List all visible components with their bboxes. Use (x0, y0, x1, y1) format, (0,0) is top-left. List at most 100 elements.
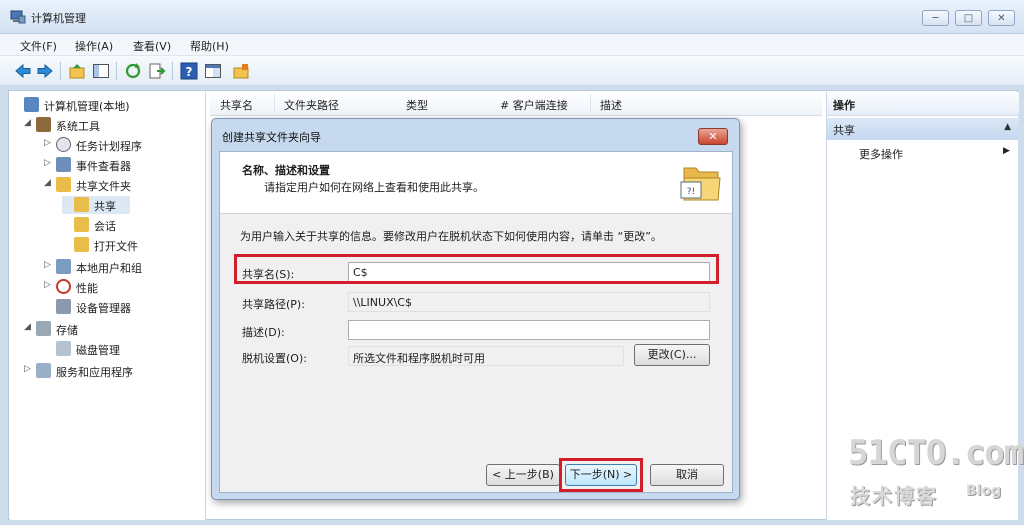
menu-file[interactable]: 文件(F) (20, 38, 57, 54)
tree-item-storage[interactable]: ◢ 存储 (24, 320, 200, 338)
watermark-blog: Blog (966, 483, 1002, 499)
menu-view[interactable]: 查看(V) (133, 38, 171, 54)
properties-icon[interactable] (204, 62, 222, 80)
actions-header-label: 操作 (833, 99, 855, 112)
tree-item-device-manager[interactable]: 设备管理器 (44, 298, 200, 316)
open-files-icon (74, 237, 89, 252)
title-bar: 计算机管理 ─ □ ✕ (0, 0, 1024, 34)
tree-item-label: 会话 (94, 220, 116, 233)
window-title: 计算机管理 (31, 12, 86, 25)
tree-item-disk-management[interactable]: 磁盘管理 (44, 340, 200, 358)
refresh-icon[interactable] (124, 62, 142, 80)
toolbar-separator (60, 62, 61, 80)
local-users-groups-icon (56, 259, 71, 274)
dialog-title: 创建共享文件夹向导 (222, 131, 321, 144)
offline-settings-value: 所选文件和程序脱机时可用 (353, 352, 485, 365)
tree-item-services-applications[interactable]: ▷ 服务和应用程序 (24, 362, 200, 380)
collapse-icon[interactable]: ▲ (1004, 122, 1011, 132)
svg-text:?!: ?! (687, 187, 695, 197)
actions-header: 操作 (827, 92, 1019, 116)
toolbar: ? (0, 56, 1024, 86)
column-share-name[interactable]: 共享名 (220, 97, 253, 113)
share-path-value: \\LINUX\C$ (353, 296, 412, 309)
maximize-button[interactable]: □ (955, 10, 982, 26)
forward-icon[interactable] (36, 62, 54, 80)
more-actions-item[interactable]: 更多操作 (859, 146, 903, 162)
device-manager-icon (56, 299, 71, 314)
tree-item-local-users-groups[interactable]: ▷ 本地用户和组 (44, 258, 200, 276)
share-path-label: 共享路径(P): (242, 298, 305, 311)
tree-item-event-viewer[interactable]: ▷ 事件查看器 (44, 156, 200, 174)
column-type[interactable]: 类型 (406, 97, 428, 113)
services-applications-icon (36, 363, 51, 378)
description-label: 描述(D): (242, 326, 285, 339)
wizard-header: 名称、描述和设置 请指定用户如何在网络上查看和使用此共享。 ?! (220, 152, 732, 214)
tree-item-task-scheduler[interactable]: ▷ 任务计划程序 (44, 136, 200, 154)
close-button[interactable]: ✕ (988, 10, 1015, 26)
column-client-connections[interactable]: # 客户端连接 (500, 97, 568, 113)
tree-item-label: 共享文件夹 (76, 180, 131, 193)
event-viewer-icon (56, 157, 71, 172)
actions-group-label: 共享 (833, 124, 855, 137)
shared-folder-icon: ?! (680, 167, 721, 201)
computer-management-icon (24, 97, 39, 112)
tree-item-label: 本地用户和组 (76, 262, 142, 275)
tree-item-sessions[interactable]: 会话 (62, 216, 200, 234)
actions-group-shares[interactable]: 共享 ▲ (827, 118, 1019, 140)
column-separator[interactable] (590, 94, 591, 113)
minimize-button[interactable]: ─ (922, 10, 949, 26)
tree-item-label: 磁盘管理 (76, 344, 120, 357)
up-folder-icon[interactable] (68, 62, 86, 80)
dialog-close-button[interactable]: ✕ (698, 128, 728, 145)
tree-item-shares[interactable]: 共享 (62, 196, 130, 214)
tree-expander[interactable]: ◢ (24, 322, 34, 332)
new-share-icon[interactable] (232, 62, 250, 80)
help-icon[interactable]: ? (180, 62, 198, 80)
tree-item-performance[interactable]: ▷ 性能 (44, 278, 200, 296)
back-button[interactable]: < 上一步(B) (486, 464, 560, 486)
list-header: 共享名 文件夹路径 类型 # 客户端连接 描述 (210, 92, 822, 116)
tree-expander[interactable]: ▷ (44, 158, 54, 168)
sessions-icon (74, 217, 89, 232)
close-icon: ✕ (708, 130, 718, 143)
tree-item-label: 性能 (76, 282, 98, 295)
toolbar-separator (172, 62, 173, 80)
export-list-icon[interactable] (148, 62, 166, 80)
task-scheduler-icon (56, 137, 71, 152)
back-icon[interactable] (14, 62, 32, 80)
change-button[interactable]: 更改(C)... (634, 344, 710, 366)
tree-item-shared-folders[interactable]: ◢ 共享文件夹 (44, 176, 200, 194)
storage-icon (36, 321, 51, 336)
tree-expander[interactable]: ▷ (44, 280, 54, 290)
tree-expander[interactable]: ▷ (44, 260, 54, 270)
wizard-heading: 名称、描述和设置 (242, 164, 330, 177)
menu-help[interactable]: 帮助(H) (190, 38, 229, 54)
menu-action[interactable]: 操作(A) (75, 38, 113, 54)
wizard-subheading: 请指定用户如何在网络上查看和使用此共享。 (264, 181, 484, 194)
cancel-button[interactable]: 取消 (650, 464, 724, 486)
tree-item-computer-management[interactable]: 计算机管理(本地) (12, 96, 202, 114)
tree-item-system-tools[interactable]: ◢ 系统工具 (24, 116, 200, 134)
tree-expander[interactable]: ◢ (24, 118, 34, 128)
shares-icon (74, 197, 89, 212)
create-share-wizard-dialog: 创建共享文件夹向导 ✕ 名称、描述和设置 请指定用户如何在网络上查看和使用此共享… (211, 118, 740, 500)
computer-management-icon (10, 10, 26, 24)
show-hide-tree-icon[interactable] (92, 62, 110, 80)
maximize-icon: □ (963, 13, 974, 24)
submenu-arrow-icon: ▶ (1003, 146, 1010, 156)
tree-item-open-files[interactable]: 打开文件 (62, 236, 200, 254)
column-separator[interactable] (274, 94, 275, 113)
minimize-icon: ─ (932, 13, 939, 24)
column-folder-path[interactable]: 文件夹路径 (284, 97, 339, 113)
shared-folders-icon (56, 177, 71, 192)
description-field[interactable] (348, 320, 710, 340)
share-path-field: \\LINUX\C$ (348, 292, 710, 312)
offline-settings-field: 所选文件和程序脱机时可用 (348, 346, 624, 366)
navigation-tree: 计算机管理(本地) ◢ 系统工具 ▷ 任务计划程序 ▷ 事件查看器 ◢ 共享文件… (10, 92, 206, 520)
tree-expander[interactable]: ◢ (44, 178, 54, 188)
tree-expander[interactable]: ▷ (24, 364, 34, 374)
tree-expander[interactable]: ▷ (44, 138, 54, 148)
tree-item-label: 计算机管理(本地) (44, 100, 130, 113)
column-description[interactable]: 描述 (600, 97, 622, 113)
dialog-body: 名称、描述和设置 请指定用户如何在网络上查看和使用此共享。 ?! 为用户输入关于… (219, 151, 733, 493)
